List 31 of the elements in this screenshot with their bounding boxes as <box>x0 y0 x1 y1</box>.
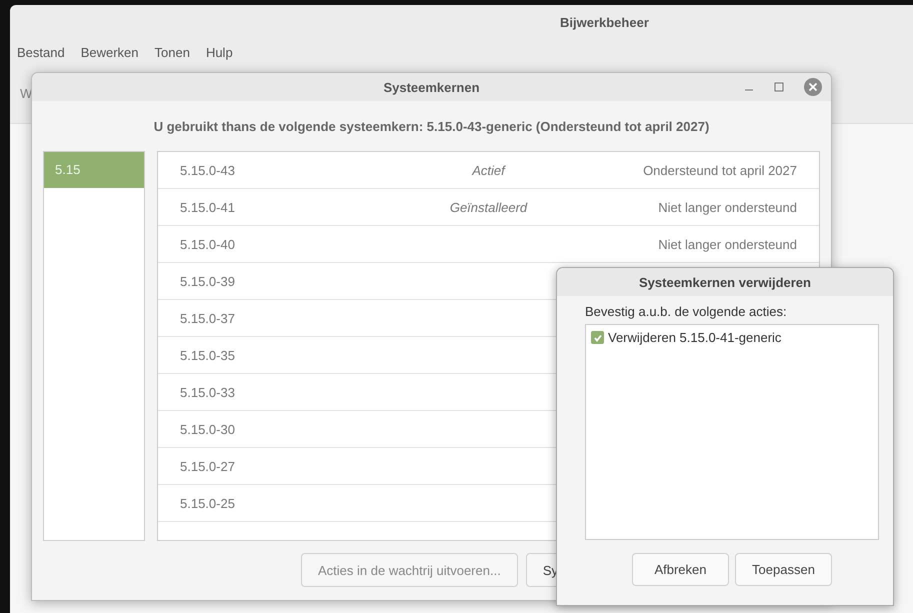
menu-item[interactable]: Bewerken <box>80 44 139 60</box>
kernel-version[interactable]: 5.15.0-27 <box>180 458 380 474</box>
kernel-status: Geïnstalleerd <box>450 200 528 214</box>
dialog-button[interactable]: Afbreken <box>632 553 729 586</box>
kernel-version[interactable]: 5.15.0-37 <box>180 310 380 326</box>
kernel-version[interactable]: 5.15.0-43 <box>180 162 380 178</box>
dialog-title: Systeemkernen verwijderen <box>639 274 811 290</box>
kernel-version[interactable]: 5.15.0-40 <box>180 236 380 252</box>
dialog-title: Systeemkernen <box>383 80 480 94</box>
dialog-button[interactable]: Toepassen <box>735 553 832 586</box>
support-status: Niet langer ondersteund <box>658 200 797 214</box>
kernel-version[interactable]: 5.15.0-35 <box>180 348 380 362</box>
close-icon[interactable] <box>804 78 822 96</box>
kernel-version[interactable]: 5.15.0-25 <box>180 496 380 510</box>
window-title: Bijwerkbeheer <box>559 14 649 32</box>
kernel-status: Actief <box>472 162 505 178</box>
menu-item[interactable]: Bestand <box>17 44 65 60</box>
kernel-version[interactable]: 5.15.0-41 <box>180 200 380 214</box>
menu-item[interactable]: Hulp <box>206 44 233 60</box>
action-button[interactable]: Acties in de wachtrij uitvoeren... <box>301 553 518 587</box>
confirm-prompt: Bevestig a.u.b. de volgende acties: <box>585 304 788 319</box>
kernel-version[interactable]: 5.15.0-39 <box>180 274 380 288</box>
kernel-version[interactable]: 5.15.0-33 <box>180 384 380 400</box>
support-status: Ondersteund tot april 2027 <box>643 162 797 178</box>
action-label: Verwijderen 5.15.0-41-generic <box>608 330 782 345</box>
support-status: Niet langer ondersteund <box>658 236 797 252</box>
current-kernel-heading: U gebruikt thans de volgende systeemkern: 5.15.0-43-generic (Ondersteund tot april 2027) <box>152 119 710 134</box>
maximize-icon[interactable] <box>774 82 784 92</box>
menu-item[interactable]: Tonen <box>154 44 190 60</box>
kernel-version[interactable]: 5.15.0-30 <box>180 422 380 436</box>
checkbox[interactable] <box>591 331 604 344</box>
